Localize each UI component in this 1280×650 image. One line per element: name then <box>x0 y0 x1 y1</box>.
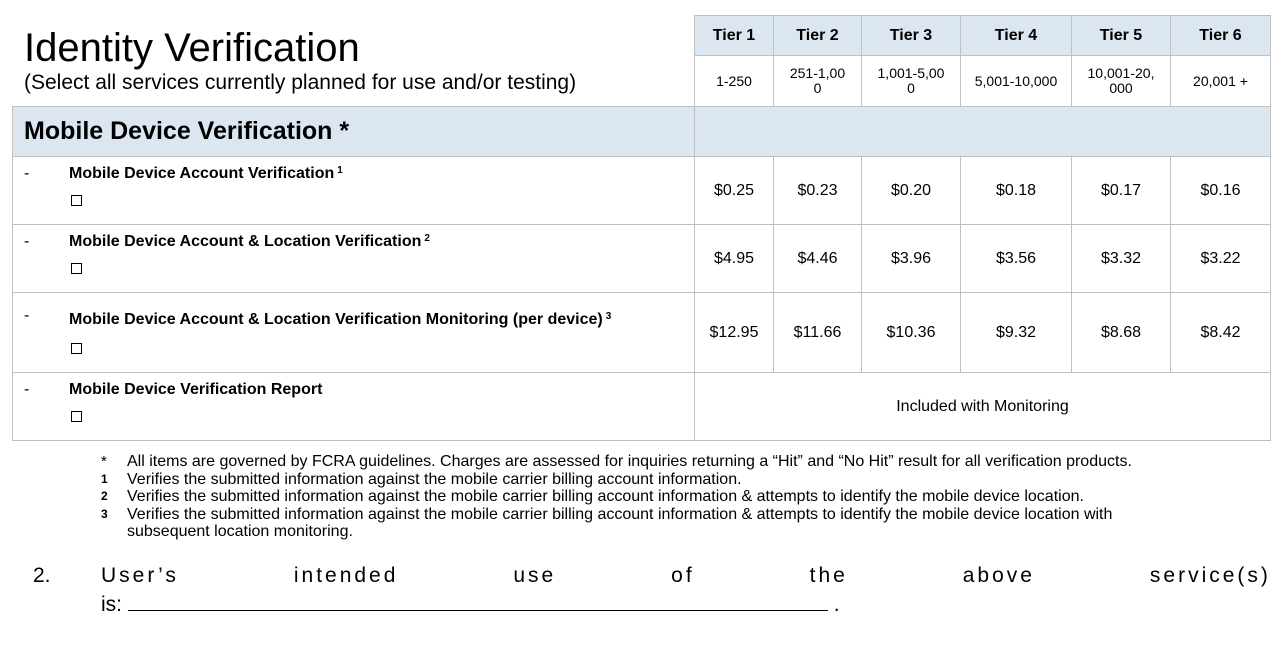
footnote-text: Verifies the submitted information again… <box>127 505 1113 523</box>
intended-use-field[interactable] <box>127 590 828 611</box>
service-row: - Mobile Device Account & Location Verifi… <box>12 224 695 293</box>
footnote-mark: 3 <box>101 506 108 521</box>
section-header-fill <box>694 106 1271 157</box>
price-cell: $0.18 <box>960 156 1072 225</box>
price-cell: $0.23 <box>773 156 862 225</box>
footnote-mark: * <box>101 453 107 470</box>
tier-range: 10,001-20, 000 <box>1071 55 1171 107</box>
service-row: - Mobile Device Account & Location Verifi… <box>12 292 695 373</box>
tier-range-text: 1-250 <box>716 72 752 89</box>
footnote: 1 Verifies the submitted information agai… <box>100 471 1132 489</box>
question-word: intended <box>293 564 399 587</box>
service-label-text: Mobile Device Account Verification <box>69 165 335 182</box>
price-cell: $3.32 <box>1071 224 1171 293</box>
service-label: Mobile Device Account & Location Verific… <box>69 233 430 251</box>
tier-header: Tier 1 <box>694 15 774 56</box>
price-cell: $10.36 <box>861 292 961 373</box>
page-title: Identity Verification <box>24 26 360 70</box>
price-cell: $11.66 <box>773 292 862 373</box>
footnote-ref: 3 <box>605 311 612 322</box>
tier-range-text: 251-1,00 0 <box>789 65 846 96</box>
footnote-continuation: subsequent location monitoring. <box>127 523 353 540</box>
footnote: 3 Verifies the submitted information agai… <box>100 506 1132 524</box>
service-checkbox[interactable] <box>71 411 82 422</box>
price-cell: $3.22 <box>1170 224 1271 293</box>
service-row: - Mobile Device Verification Report <box>12 372 695 441</box>
footnote-mark: 1 <box>101 471 108 486</box>
footnote-mark: 2 <box>101 489 108 503</box>
tier-range-text: 10,001-20, 000 <box>1087 65 1155 96</box>
tier-range: 5,001-10,000 <box>960 55 1072 107</box>
footnote: * All items are governed by FCRA guidelin… <box>100 453 1132 471</box>
service-label-text: Mobile Device Verification Report <box>69 381 323 398</box>
tier-range-text: 20,001 + <box>1193 72 1248 89</box>
tier-range: 1,001-5,00 0 <box>861 55 961 107</box>
service-row: - Mobile Device Account Verification 1 <box>12 156 695 225</box>
service-checkbox[interactable] <box>71 263 82 274</box>
question-line2: is: . <box>101 590 840 619</box>
tier-header: Tier 6 <box>1170 15 1271 56</box>
question-period: . <box>833 593 840 616</box>
tier-range: 1-250 <box>694 55 774 107</box>
question-word: User’s <box>101 564 179 587</box>
footnote-ref: 1 <box>337 165 343 176</box>
tier-range-text: 5,001-10,000 <box>974 72 1058 89</box>
question-word: above <box>962 564 1035 587</box>
price-cell: $4.95 <box>694 224 774 293</box>
tier-header: Tier 5 <box>1071 15 1171 56</box>
service-checkbox[interactable] <box>71 343 82 354</box>
service-label-text: Mobile Device Account & Location Verific… <box>69 233 422 250</box>
tier-header: Tier 2 <box>773 15 862 56</box>
tier-range: 20,001 + <box>1170 55 1271 107</box>
price-cell: $3.96 <box>861 224 961 293</box>
service-label: Mobile Device Account Verification 1 <box>69 165 343 183</box>
tier-range-text: 1,001-5,00 0 <box>877 65 945 96</box>
price-cell: $0.20 <box>861 156 961 225</box>
tier-header: Tier 3 <box>861 15 961 56</box>
question-text: User’s intended use of the above service(s) <box>101 561 1271 590</box>
footnote: 2 Verifies the submitted information agai… <box>100 488 1132 506</box>
price-cell: $3.56 <box>960 224 1072 293</box>
footnote-text: Verifies the submitted information again… <box>127 470 742 488</box>
service-label: Mobile Device Account & Location Verific… <box>69 311 611 329</box>
price-cell: $0.16 <box>1170 156 1271 225</box>
merged-price-cell: Included with Monitoring <box>694 372 1271 441</box>
price-cell: $9.32 <box>960 292 1072 373</box>
question-is-label: is: <box>101 593 122 616</box>
service-bullet: - <box>24 307 30 324</box>
service-bullet: - <box>24 233 30 250</box>
service-label-text: Mobile Device Account & Location Verific… <box>69 311 603 328</box>
question-word: use <box>513 564 557 587</box>
price-cell: $8.42 <box>1170 292 1271 373</box>
question-word: service(s) <box>1149 564 1271 587</box>
price-cell: $0.17 <box>1071 156 1171 225</box>
price-cell: $8.68 <box>1071 292 1171 373</box>
service-bullet: - <box>24 165 30 182</box>
price-cell: $12.95 <box>694 292 774 373</box>
price-cell: $0.25 <box>694 156 774 225</box>
question-word: of <box>671 564 695 587</box>
service-checkbox[interactable] <box>71 195 82 206</box>
price-cell: $4.46 <box>773 224 862 293</box>
footnotes: * All items are governed by FCRA guidelin… <box>100 453 1132 541</box>
footnote-text: Verifies the submitted information again… <box>127 488 1084 505</box>
service-bullet: - <box>24 381 30 398</box>
question-word: the <box>809 564 848 587</box>
tier-range: 251-1,00 0 <box>773 55 862 107</box>
tier-header: Tier 4 <box>960 15 1072 56</box>
section-title: Mobile Device Verification * <box>24 117 350 145</box>
page-subtitle: (Select all services currently planned f… <box>24 71 577 94</box>
footnote-ref: 2 <box>424 233 430 244</box>
service-label: Mobile Device Verification Report <box>69 381 322 399</box>
question-number: 2. <box>33 564 51 587</box>
footnote-text: All items are governed by FCRA guideline… <box>127 453 1132 470</box>
